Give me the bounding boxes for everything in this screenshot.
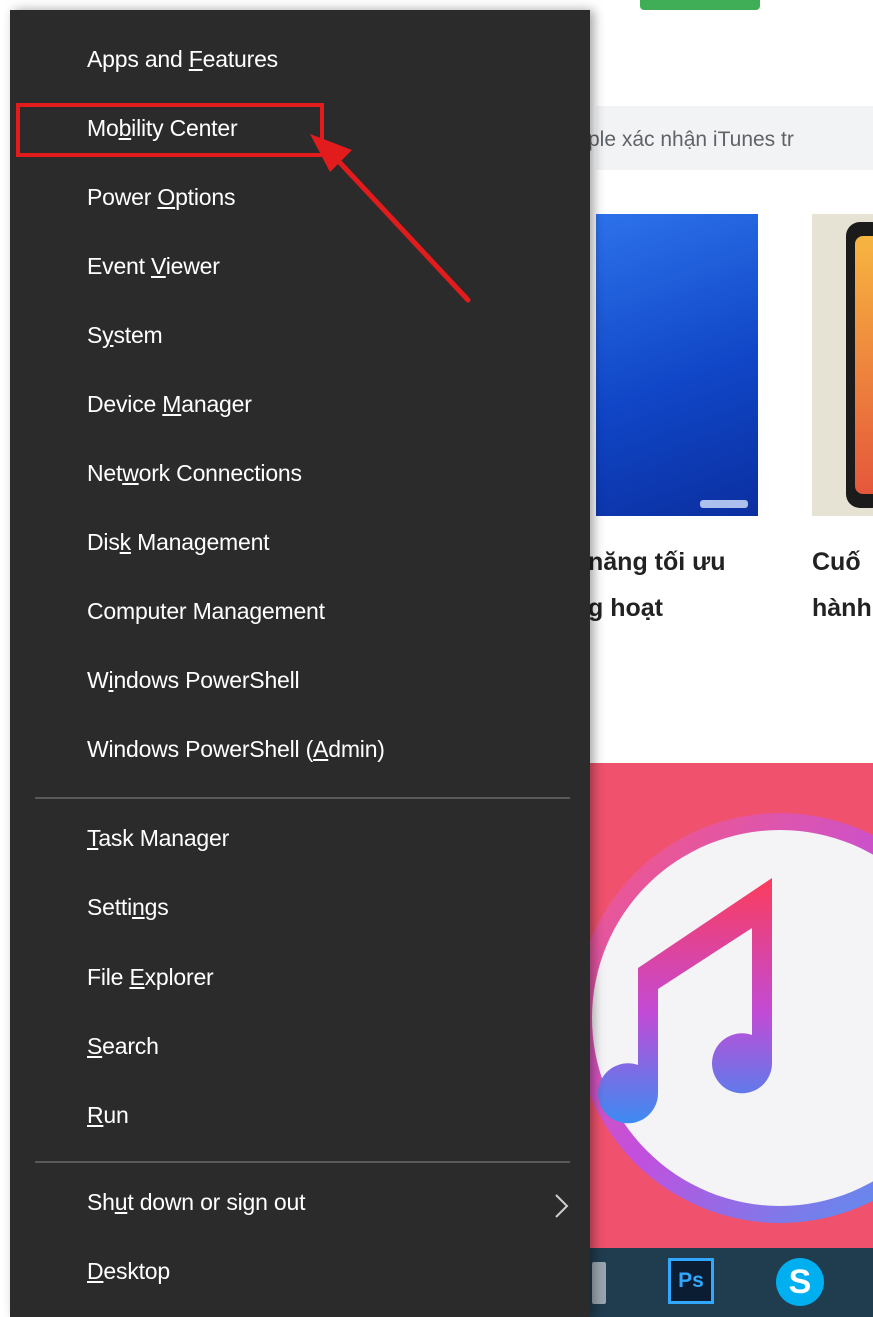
menu-separator — [35, 1161, 570, 1163]
phone-screen-image — [855, 236, 873, 494]
menu-item-label: Desktop — [87, 1258, 170, 1284]
menu-item-windows-powershell[interactable]: Windows PowerShell — [10, 651, 590, 717]
menu-item-system[interactable]: System — [10, 306, 590, 372]
menu-item-label: Device Manager — [87, 391, 252, 417]
menu-item-label: Apps and Features — [87, 46, 278, 72]
menu-item-label: Settings — [87, 894, 169, 921]
menu-item-label: Shut down or sign out — [87, 1189, 306, 1215]
site-logo-fragment — [640, 0, 760, 10]
chevron-right-icon — [555, 1194, 569, 1218]
article-2-title-line-1[interactable]: Cuố — [812, 548, 861, 577]
menu-item-label: Disk Management — [87, 529, 270, 555]
menu-item-label: Computer Management — [87, 598, 325, 624]
menu-item-label: Network Connections — [87, 460, 302, 486]
menu-item-label: Windows PowerShell (Admin) — [87, 736, 385, 762]
menu-item-disk-management[interactable]: Disk Management — [10, 513, 590, 579]
article-1-title-line-1[interactable]: năng tối ưu — [588, 548, 726, 577]
skype-icon[interactable]: S — [776, 1258, 824, 1306]
highlight-box-mobility-center — [16, 103, 324, 157]
taskbar — [590, 1248, 873, 1317]
menu-item-search[interactable]: Search — [10, 1017, 590, 1083]
menu-item-label: Run — [87, 1102, 129, 1128]
menu-item-label: Event Viewer — [87, 253, 220, 279]
itunes-logo-icon — [590, 813, 873, 1223]
menu-item-shut-down-or-sign-out[interactable]: Shut down or sign out — [10, 1173, 590, 1239]
menu-item-label: File Explorer — [87, 963, 214, 990]
article-link-text[interactable]: ple xác nhận iTunes tr — [588, 128, 794, 152]
menu-item-file-explorer[interactable]: File Explorer — [10, 948, 590, 1014]
menu-item-desktop[interactable]: Desktop — [10, 1242, 590, 1308]
menu-item-windows-powershell-admin[interactable]: Windows PowerShell (Admin) — [10, 720, 590, 786]
menu-item-computer-management[interactable]: Computer Management — [10, 582, 590, 648]
menu-separator — [35, 797, 570, 799]
menu-item-label: Search — [87, 1032, 159, 1059]
article-1-title-line-2[interactable]: g hoạt — [588, 594, 663, 623]
thumbnail-watermark — [700, 500, 748, 508]
article-thumbnail-1[interactable] — [596, 214, 758, 516]
screen-left-edge — [0, 0, 10, 1317]
menu-item-run[interactable]: Run — [10, 1086, 590, 1152]
menu-item-device-manager[interactable]: Device Manager — [10, 375, 590, 441]
menu-item-label: Power Options — [87, 184, 236, 210]
menu-item-label: System — [87, 322, 163, 348]
itunes-hero-image[interactable] — [590, 763, 873, 1248]
taskbar-app-icon[interactable] — [592, 1262, 606, 1304]
menu-item-network-connections[interactable]: Network Connections — [10, 444, 590, 510]
menu-item-power-options[interactable]: Power Options — [10, 168, 590, 234]
menu-item-event-viewer[interactable]: Event Viewer — [10, 237, 590, 303]
article-2-title-line-2[interactable]: hành — [812, 594, 872, 623]
photoshop-icon[interactable]: Ps — [668, 1258, 714, 1304]
menu-item-label: Task Manager — [87, 825, 230, 851]
menu-item-label: Windows PowerShell — [87, 667, 300, 693]
menu-item-settings[interactable]: Settings — [10, 878, 590, 944]
menu-item-task-manager[interactable]: Task Manager — [10, 809, 590, 875]
menu-item-apps-and-features[interactable]: Apps and Features — [10, 30, 590, 96]
